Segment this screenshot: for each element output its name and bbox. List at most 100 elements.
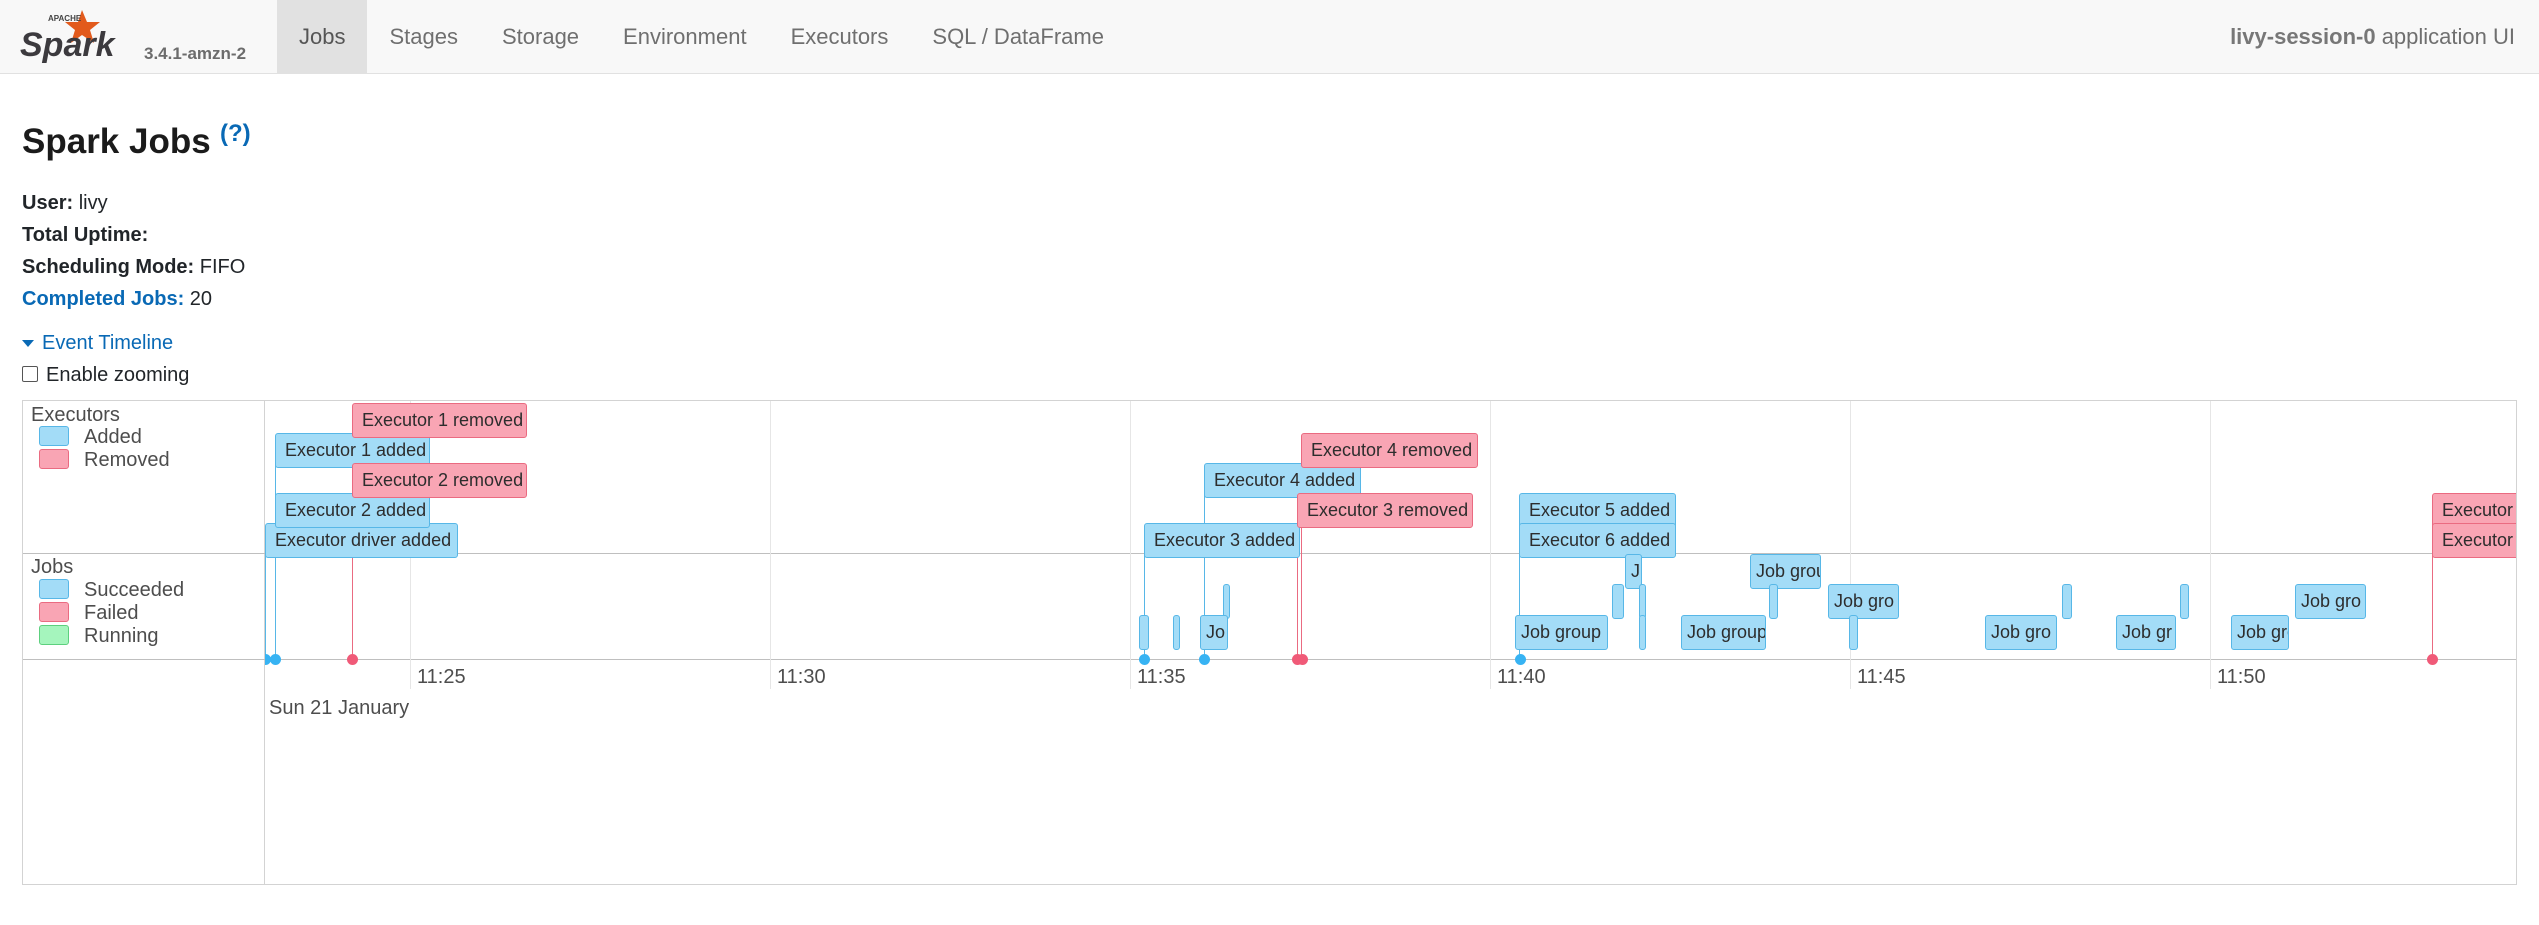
legend-failed-swatch: [39, 602, 69, 622]
axis-tick-label: 11:50: [2217, 666, 2266, 688]
enable-zooming-row: Enable zooming: [22, 364, 189, 387]
executor-event[interactable]: Executor 2 added: [275, 493, 430, 528]
job-event[interactable]: [1173, 615, 1180, 650]
event-dot: [347, 654, 358, 665]
job-event[interactable]: [1849, 615, 1858, 650]
axis-tick-label: 11:25: [417, 666, 466, 688]
svg-text:APACHE: APACHE: [48, 14, 82, 23]
tab-stages[interactable]: Stages: [367, 0, 480, 73]
event-timeline-toggle[interactable]: Event Timeline: [22, 332, 173, 355]
legend-removed-label: Removed: [84, 449, 170, 471]
tab-storage[interactable]: Storage: [480, 0, 601, 73]
axis-tick-label: 11:30: [777, 666, 826, 688]
grid-line: [1130, 401, 1131, 659]
job-event[interactable]: Job gro: [1828, 584, 1899, 619]
legend-running: Running: [39, 625, 159, 648]
axis-tick-label: 11:45: [1857, 666, 1906, 688]
event-line: [265, 553, 266, 659]
axis-date-label: Sun 21 January: [269, 697, 410, 719]
executor-event[interactable]: Executor 3 added: [1144, 523, 1300, 558]
job-event[interactable]: Job gro: [2231, 615, 2289, 650]
navbar: APACHE Spark 3.4.1-amzn-2 Jobs Stages St…: [0, 0, 2539, 74]
event-dot: [270, 654, 281, 665]
nav-tabs: Jobs Stages Storage Environment Executor…: [277, 0, 1126, 73]
spark-logo-mark: APACHE Spark: [20, 10, 117, 64]
job-event[interactable]: [2180, 584, 2189, 619]
scheduling-label: Scheduling Mode:: [22, 256, 195, 278]
summary-user: User: livy: [22, 187, 245, 219]
completed-jobs-count: 20: [184, 288, 213, 310]
executors-group-label: Executors: [31, 404, 120, 426]
grid-line: [770, 401, 771, 659]
executor-event[interactable]: Executor 3 removed: [1297, 493, 1473, 528]
axis-tick: [410, 659, 411, 689]
caret-down-icon: [22, 340, 34, 348]
spark-logo[interactable]: APACHE Spark 3.4.1-amzn-2: [20, 4, 270, 70]
job-event[interactable]: Job group: [1681, 615, 1766, 650]
legend-added-swatch: [39, 426, 69, 446]
legend-failed: Failed: [39, 602, 138, 625]
timeline-plot[interactable]: Executor driver added Executor 1 added E…: [265, 401, 2516, 884]
spark-version: 3.4.1-amzn-2: [144, 44, 247, 63]
app-title-suffix: application UI: [2375, 24, 2515, 49]
job-event[interactable]: [1769, 584, 1778, 619]
legend-succeeded-swatch: [39, 579, 69, 599]
grid-line: [1490, 401, 1491, 659]
legend-succeeded: Succeeded: [39, 579, 184, 602]
executor-event[interactable]: Executor driver added: [265, 523, 458, 558]
tab-sql-dataframe[interactable]: SQL / DataFrame: [910, 0, 1126, 73]
job-event[interactable]: Job gr: [2116, 615, 2176, 650]
axis-tick: [2210, 659, 2211, 689]
job-event[interactable]: Job grou: [1750, 554, 1821, 589]
axis-tick: [770, 659, 771, 689]
jobs-group-label: Jobs: [31, 556, 74, 578]
page-title: Spark Jobs: [22, 122, 211, 161]
app-title: livy-session-0 application UI: [2230, 0, 2515, 73]
job-event[interactable]: [1139, 615, 1149, 650]
job-event[interactable]: [1639, 584, 1646, 619]
job-event[interactable]: Job gro: [2295, 584, 2366, 619]
help-link[interactable]: (?): [220, 120, 251, 148]
event-dot: [1515, 654, 1526, 665]
event-timeline-label: Event Timeline: [42, 332, 174, 354]
grid-line: [2210, 401, 2211, 659]
user-label: User:: [22, 192, 74, 214]
tab-environment[interactable]: Environment: [601, 0, 769, 73]
legend-failed-label: Failed: [84, 602, 139, 624]
event-timeline: Executors Added Removed Jobs Succeeded F…: [22, 400, 2517, 885]
executor-event[interactable]: Executor 1 removed: [352, 403, 527, 438]
enable-zooming-label[interactable]: Enable zooming: [46, 364, 189, 386]
axis-tick-label: 11:40: [1497, 666, 1546, 688]
summary-scheduling: Scheduling Mode: FIFO: [22, 251, 245, 283]
event-dot: [2427, 654, 2438, 665]
executor-event[interactable]: Executor 2 removed: [352, 463, 527, 498]
job-event[interactable]: Job group: [1515, 615, 1608, 650]
event-dot: [1297, 654, 1308, 665]
legend-succeeded-label: Succeeded: [84, 579, 185, 601]
axis-tick: [1490, 659, 1491, 689]
executor-event[interactable]: Executor 6 added: [1519, 523, 1676, 558]
axis-tick-label: 11:35: [1137, 666, 1186, 688]
completed-jobs-link[interactable]: Completed Jobs:: [22, 288, 184, 310]
executor-event[interactable]: Executor 6 re: [2432, 523, 2516, 558]
user-value: livy: [73, 192, 108, 214]
enable-zooming-checkbox[interactable]: [22, 366, 38, 382]
job-event[interactable]: [1223, 584, 1230, 619]
legend-removed-swatch: [39, 449, 69, 469]
tab-jobs[interactable]: Jobs: [277, 0, 368, 73]
legend-added: Added: [39, 426, 142, 449]
job-event[interactable]: Jo: [1200, 615, 1228, 650]
legend-added-label: Added: [84, 426, 142, 448]
job-event[interactable]: [1639, 615, 1646, 650]
event-line: [2432, 554, 2433, 659]
axis-tick: [1850, 659, 1851, 689]
job-event[interactable]: [2062, 584, 2072, 619]
axis-tick: [1130, 659, 1131, 689]
job-event[interactable]: Job gro: [1985, 615, 2057, 650]
legend-running-swatch: [39, 625, 69, 645]
job-event[interactable]: [1612, 584, 1624, 619]
legend-removed: Removed: [39, 449, 170, 472]
summary-completed: Completed Jobs: 20: [22, 283, 245, 315]
executor-event[interactable]: Executor 4 removed: [1301, 433, 1478, 468]
tab-executors[interactable]: Executors: [769, 0, 911, 73]
